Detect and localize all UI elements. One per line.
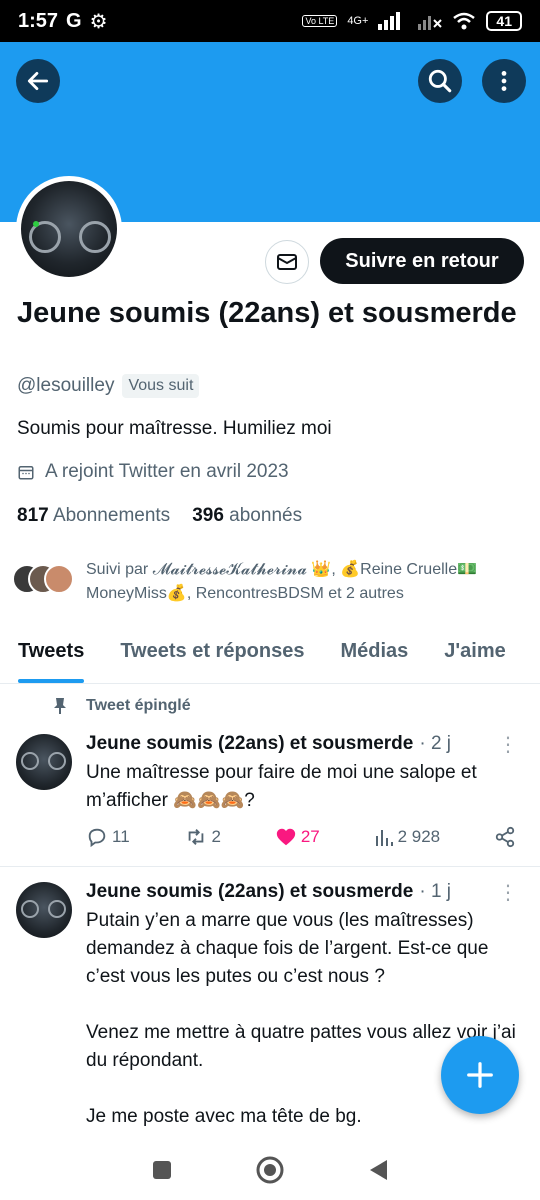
message-button[interactable] <box>265 240 309 284</box>
calendar-icon <box>18 466 34 480</box>
reply-count: 11 <box>112 827 130 846</box>
like-button[interactable]: 27 <box>275 826 320 848</box>
wifi-icon <box>453 12 476 30</box>
followers-label: abonnés <box>229 505 303 526</box>
tweet-author-name[interactable]: Jeune soumis (22ans) et sousmerde <box>86 733 413 755</box>
tweet-time[interactable]: · 2 j <box>419 733 451 755</box>
followed-by-row[interactable]: Suivi par 𝓜𝓪𝓲𝓽𝓻𝓮𝓼𝓼𝓮𝓚𝓪𝓽𝓱𝓮𝓻𝓲𝓷𝓪 👑, 💰Reine C… <box>12 558 477 606</box>
tweet-author-name[interactable]: Jeune soumis (22ans) et sousmerde <box>86 881 413 903</box>
tweet-time[interactable]: · 1 j <box>419 881 451 903</box>
dashboard-gauge <box>48 900 66 918</box>
profile-bio: Soumis pour maîtresse. Humiliez moi <box>17 418 332 439</box>
retweet-button[interactable]: 2 <box>184 826 221 848</box>
tweet-divider <box>0 866 540 867</box>
more-options-button[interactable] <box>482 59 526 103</box>
followed-by-line2: MoneyMiss💰, RencontresBDSM et 2 autres <box>86 585 404 602</box>
joined-date-row: A rejoint Twitter en avril 2023 <box>17 461 289 483</box>
back-button[interactable] <box>16 59 60 103</box>
profile-avatar[interactable] <box>16 176 122 282</box>
dashboard-gauge <box>21 900 39 918</box>
system-nav-bar <box>0 1140 540 1200</box>
handle-row: @lesouilley Vous suit <box>17 374 200 398</box>
dashboard-light <box>33 221 39 227</box>
tab-likes[interactable]: J'aime <box>426 630 523 683</box>
joined-date: A rejoint Twitter en avril 2023 <box>45 461 289 482</box>
follow-back-button[interactable]: Suivre en retour <box>320 238 524 284</box>
recents-square-icon[interactable] <box>151 1159 173 1181</box>
search-button[interactable] <box>418 59 462 103</box>
tweet-header: Jeune soumis (22ans) et sousmerde · 1 j <box>86 881 526 903</box>
tweet-more-button[interactable]: ⋮ <box>498 880 518 905</box>
battery-icon: 41 <box>486 11 522 31</box>
dashboard-gauge <box>21 752 39 770</box>
tweet-header: Jeune soumis (22ans) et sousmerde · 2 j <box>86 733 526 755</box>
status-bar: 1:57 G ⚙ Vo LTE 4G+ 41 <box>0 0 540 42</box>
like-count: 27 <box>300 827 320 846</box>
followed-by-line1: Suivi par 𝓜𝓪𝓲𝓽𝓻𝓮𝓼𝓼𝓮𝓚𝓪𝓽𝓱𝓮𝓻𝓲𝓷𝓪 👑, 💰Reine C… <box>86 561 478 578</box>
settings-gear-icon: ⚙ <box>89 10 108 33</box>
signal-2-icon <box>418 16 443 30</box>
followed-by-avatars <box>12 558 78 598</box>
views-button[interactable]: 2 928 <box>374 826 441 848</box>
pin-icon <box>54 698 66 714</box>
tab-tweets-replies[interactable]: Tweets et réponses <box>102 630 322 683</box>
reply-icon <box>88 828 106 848</box>
following-label: Abonnements <box>52 505 171 526</box>
view-count: 2 928 <box>397 827 441 846</box>
search-icon <box>428 69 452 93</box>
retweet-icon <box>188 829 203 845</box>
envelope-icon <box>277 254 297 270</box>
profile-tabs: Tweets Tweets et réponses Médias J'aime <box>0 630 540 684</box>
compose-tweet-button[interactable] <box>441 1036 519 1114</box>
retweet-count: 2 <box>211 827 221 846</box>
tab-media[interactable]: Médias <box>322 630 426 683</box>
pinned-label-row: Tweet épinglé <box>52 697 191 715</box>
heart-filled-icon <box>276 828 295 846</box>
followers-count: 396 <box>192 505 224 526</box>
following-stat[interactable]: 817 Abonnements <box>17 505 170 527</box>
network-label: 4G+ <box>347 15 369 27</box>
follow-stats: 817 Abonnements 396 abonnés <box>17 505 302 527</box>
tweet-avatar[interactable] <box>16 882 72 938</box>
google-icon: G <box>66 9 82 32</box>
followed-by-text: Suivi par 𝓜𝓪𝓲𝓽𝓻𝓮𝓼𝓼𝓮𝓚𝓪𝓽𝓱𝓮𝓻𝓲𝓷𝓪 👑, 💰Reine C… <box>86 558 477 606</box>
profile-handle: @lesouilley <box>17 375 115 396</box>
more-vertical-icon <box>501 71 507 91</box>
back-triangle-icon[interactable] <box>367 1158 389 1182</box>
following-count: 817 <box>17 505 49 526</box>
tweet-actions: 11 2 27 2 928 <box>86 826 516 848</box>
dashboard-gauge-right <box>79 221 111 253</box>
dashboard-gauge <box>48 752 66 770</box>
signal-icon <box>378 12 401 30</box>
plus-icon <box>467 1062 493 1088</box>
follows-you-badge: Vous suit <box>122 374 200 398</box>
profile-display-name: Jeune soumis (22ans) et sousmerde <box>17 297 517 329</box>
share-icon <box>495 826 515 848</box>
home-circle-icon[interactable] <box>255 1155 285 1185</box>
mini-avatar <box>44 564 74 594</box>
pinned-label: Tweet épinglé <box>86 697 191 714</box>
tab-tweets[interactable]: Tweets <box>0 630 102 683</box>
reply-button[interactable]: 11 <box>86 826 130 848</box>
share-button[interactable] <box>494 826 516 848</box>
tweet-more-button[interactable]: ⋮ <box>498 732 518 757</box>
arrow-left-icon <box>27 72 49 90</box>
volte-icon: Vo LTE <box>302 15 338 27</box>
status-time: 1:57 <box>18 9 59 32</box>
followers-stat[interactable]: 396 abonnés <box>192 505 302 527</box>
tweet-text: Une maîtresse pour faire de moi une salo… <box>86 762 477 811</box>
tweet-avatar[interactable] <box>16 734 72 790</box>
views-chart-icon <box>375 830 393 846</box>
